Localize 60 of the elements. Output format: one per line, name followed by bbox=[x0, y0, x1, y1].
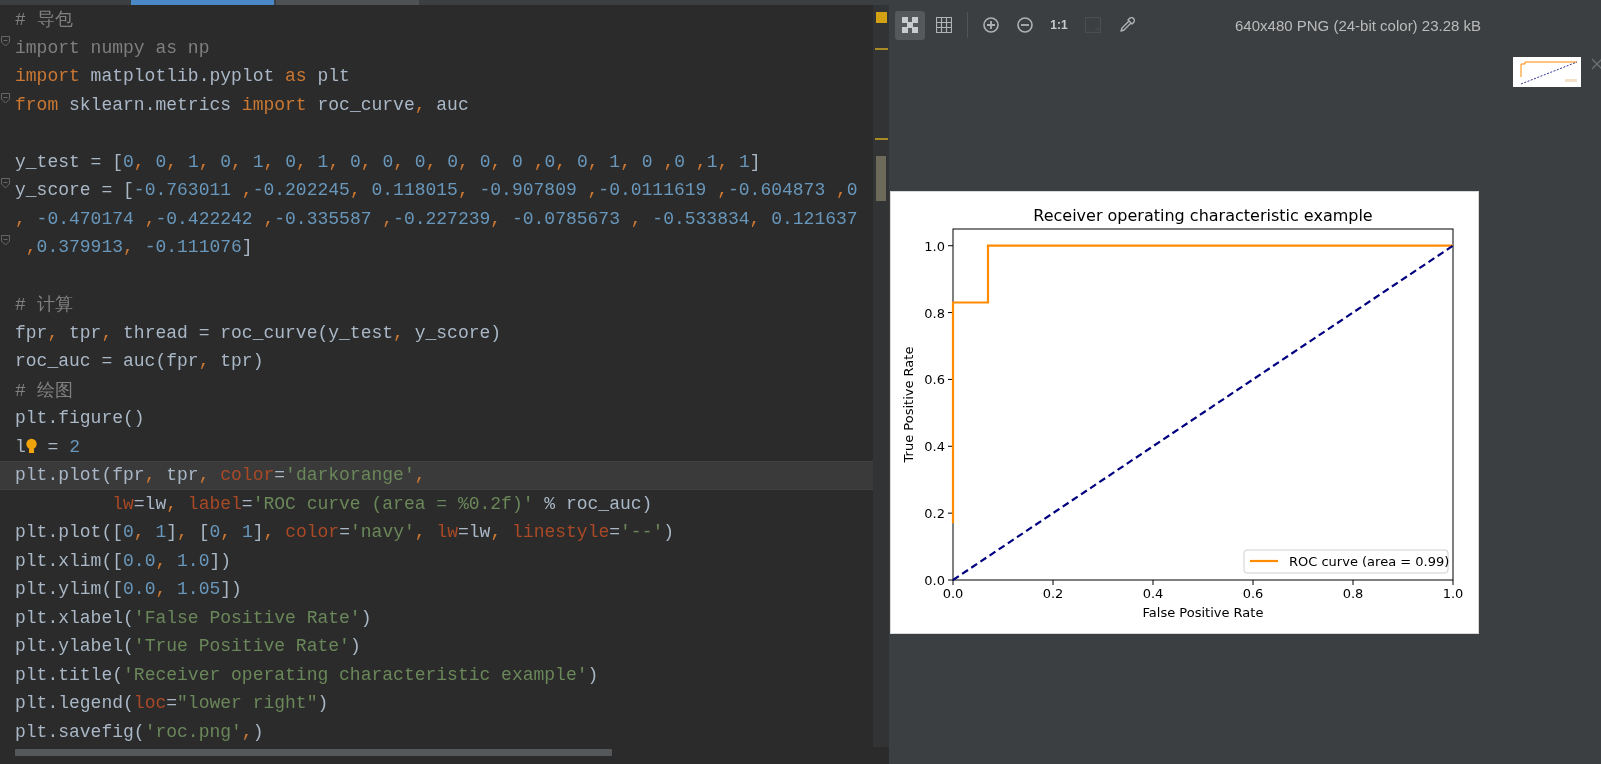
code-line: import matplotlib.pyplot as plt bbox=[15, 66, 350, 87]
zoom-out-icon bbox=[1017, 17, 1033, 33]
code-line: plt.figure() bbox=[15, 408, 145, 429]
code-line: plt.plot([0, 1], [0, 1], color='navy', lw=lw, linestyle='--') bbox=[15, 522, 675, 543]
tick-label: 0.6 bbox=[924, 372, 945, 388]
code-line: import numpy as np bbox=[15, 37, 210, 58]
tick-label: 0.0 bbox=[942, 586, 964, 601]
code-line: plt.xlim([0.0, 1.0]) bbox=[15, 550, 232, 571]
code-line: l bbox=[15, 436, 26, 457]
tick-label: 0.8 bbox=[1342, 586, 1364, 601]
code-line: from sklearn.metrics import roc_curve, auc bbox=[15, 94, 469, 115]
lightbulb-icon[interactable] bbox=[25, 437, 37, 454]
code-line: lw=lw, label='ROC curve (area = %0.2f)' % roc_auc) bbox=[111, 493, 653, 514]
y-axis-label: True Positive Rate bbox=[901, 346, 916, 463]
tick-label: 0.4 bbox=[924, 439, 945, 455]
close-icon[interactable] bbox=[1591, 58, 1601, 70]
horizontal-scroll-thumb[interactable] bbox=[15, 749, 612, 756]
error-stripe[interactable] bbox=[873, 5, 889, 747]
code-line: , -0.470174 ,-0.422242 ,-0.335587 ,-0.227239, -0.0785673 , -0.533834, 0.121637 bbox=[15, 208, 858, 229]
toolbar-button[interactable] bbox=[895, 10, 925, 40]
code-line: = 2 bbox=[46, 436, 81, 457]
tick-label: 1.0 bbox=[1442, 586, 1464, 601]
grid-icon bbox=[936, 17, 952, 33]
code-line: # 导包 bbox=[15, 9, 73, 32]
checkerboard-icon bbox=[902, 17, 918, 33]
image-info: 640x480 PNG (24-bit color) 23.28 kB bbox=[1235, 16, 1481, 34]
image-thumbnail[interactable] bbox=[1513, 57, 1581, 87]
code-line: plt.ylabel('True Positive Rate') bbox=[15, 636, 361, 657]
chart-title: Receiver operating characteristic example bbox=[1033, 206, 1373, 225]
legend-label: ROC curve (area = 0.99) bbox=[1289, 554, 1450, 569]
code-line: fpr, tpr, thread = roc_curve(y_test, y_score) bbox=[15, 322, 502, 343]
code-line: ,0.379913, -0.111076] bbox=[24, 237, 253, 258]
x-axis-label: False Positive Rate bbox=[1142, 605, 1264, 620]
tick-label: 0.4 bbox=[1142, 586, 1164, 601]
tick-label: 0.6 bbox=[1242, 586, 1264, 601]
fold-icon[interactable] bbox=[1, 35, 10, 47]
tick-label: 0.0 bbox=[924, 573, 945, 588]
code-line: plt.ylim([0.0, 1.05]) bbox=[15, 579, 242, 600]
legend-swatch bbox=[1250, 559, 1278, 563]
fold-icon[interactable] bbox=[1, 235, 10, 246]
tick-label: 1.0 bbox=[924, 238, 945, 254]
code-line: plt.legend(loc="lower right") bbox=[15, 693, 329, 714]
code-line: # 计算 bbox=[15, 294, 73, 317]
fold-icon[interactable] bbox=[1, 178, 10, 189]
scroll-thumb[interactable] bbox=[876, 156, 886, 201]
eyedropper-icon bbox=[1119, 17, 1135, 33]
code-line: roc_auc = auc(fpr, tpr) bbox=[15, 351, 264, 372]
toolbar-button[interactable]: 1:1 bbox=[1044, 10, 1074, 40]
zoom-in-icon bbox=[983, 17, 999, 33]
code-line: # 绘图 bbox=[15, 379, 73, 402]
fold-icon[interactable] bbox=[1, 92, 10, 104]
code-line: y_test = [0, 0, 1, 0, 1, 0, 1, 0, 0, 0, 0, 0, 0 ,0, 0, 1, 0 ,0 ,1, 1] bbox=[15, 151, 761, 172]
tick-label: 0.2 bbox=[1042, 586, 1064, 601]
code-line: y_score = [-0.763011 ,-0.202245, 0.118015, -0.907809 ,-0.0111619 ,-0.604873 ,0 bbox=[15, 180, 858, 201]
tick-label: 0.2 bbox=[924, 506, 945, 522]
code-line: plt.xlabel('False Positive Rate') bbox=[15, 607, 372, 628]
code-line: plt.savefig('roc.png',) bbox=[15, 721, 264, 742]
code-line: plt.title('Receiver operating characteristic example') bbox=[15, 664, 599, 685]
code-line: plt.plot(fpr, tpr, color='darkorange', bbox=[15, 465, 426, 486]
tick-label: 0.8 bbox=[924, 305, 945, 321]
